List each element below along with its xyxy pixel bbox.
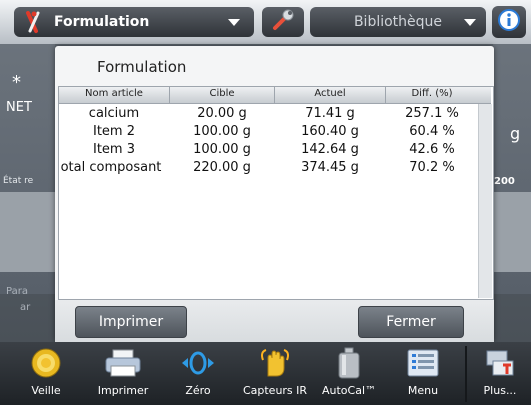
info-button[interactable] xyxy=(492,6,526,38)
menu-icon xyxy=(406,344,440,382)
printer-icon xyxy=(103,344,143,382)
row-target: 100.00 g xyxy=(193,124,251,139)
row-actual: 142.64 g xyxy=(301,142,359,157)
row-name: otal composant xyxy=(60,160,162,175)
table-row: Item 2 100.00 g 160.40 g 60.4 % xyxy=(59,124,491,140)
net-indicator: NET xyxy=(6,100,32,115)
autocal-label: AutoCal™ xyxy=(321,384,377,397)
row-diff: 42.6 % xyxy=(409,142,455,157)
application-label: Formulation xyxy=(54,14,150,30)
column-header-actual: Actuel xyxy=(314,88,346,99)
row-actual: 71.41 g xyxy=(305,106,355,121)
hand-sensor-icon xyxy=(258,344,292,382)
row-actual: 160.40 g xyxy=(301,124,359,139)
row-diff: 257.1 % xyxy=(405,106,459,121)
wrench-icon xyxy=(270,7,296,37)
chevron-down-icon xyxy=(228,18,240,26)
chevron-down-icon xyxy=(464,19,476,26)
row-actual: 374.45 g xyxy=(301,160,359,175)
library-selector[interactable]: Bibliothèque xyxy=(310,7,486,37)
column-header-target: Cible xyxy=(209,88,235,99)
table-row-total: otal composant 220.00 g 374.45 g 70.2 % xyxy=(59,160,491,176)
flask-person-icon xyxy=(20,9,48,35)
column-header-diff: Diff. (%) xyxy=(411,88,453,99)
zero-button[interactable]: Zéro xyxy=(176,344,220,404)
table-row: Item 3 100.00 g 142.64 g 42.6 % xyxy=(59,142,491,158)
table-row: calcium 20.00 g 71.41 g 257.1 % xyxy=(59,106,491,122)
library-label: Bibliothèque xyxy=(353,14,443,30)
row-target: 100.00 g xyxy=(193,142,251,157)
row-target: 20.00 g xyxy=(197,106,247,121)
dialog-title: Formulation xyxy=(97,58,187,76)
zero-icon xyxy=(180,344,216,382)
row-diff: 70.2 % xyxy=(409,160,455,175)
row-name: Item 2 xyxy=(93,124,135,139)
standby-button[interactable]: Veille xyxy=(20,344,72,404)
parameters-button-partial: Para ar xyxy=(6,286,30,313)
parameters-label: Para xyxy=(6,286,28,297)
parameters-label-2: ar xyxy=(20,302,31,313)
more-button[interactable]: Plus... xyxy=(473,344,527,404)
standby-icon xyxy=(30,344,62,382)
row-name: calcium xyxy=(88,106,140,121)
close-button[interactable]: Fermer xyxy=(358,306,464,338)
print-button[interactable]: Imprimer xyxy=(75,306,187,338)
tools-button[interactable] xyxy=(262,7,304,37)
state-label: État re xyxy=(3,176,34,186)
info-icon xyxy=(497,8,521,36)
menu-label: Menu xyxy=(407,384,439,397)
ir-sensors-button[interactable]: Capteurs IR xyxy=(238,344,312,404)
more-icon xyxy=(483,344,517,382)
weight-unit: g xyxy=(510,124,521,143)
calibration-weight-icon xyxy=(336,344,362,382)
more-label: Plus... xyxy=(483,384,517,397)
row-diff: 60.4 % xyxy=(409,124,455,139)
standby-label: Veille xyxy=(31,384,61,397)
row-name: Item 3 xyxy=(93,142,135,157)
stability-indicator: * xyxy=(12,72,21,93)
print-label: Imprimer xyxy=(97,384,149,397)
status-panel-right xyxy=(493,192,531,272)
print-toolbar-button[interactable]: Imprimer xyxy=(90,344,156,404)
menu-button[interactable]: Menu xyxy=(398,344,448,404)
row-target: 220.00 g xyxy=(193,160,251,175)
status-panel-left xyxy=(0,192,55,272)
toolbar-separator xyxy=(465,346,467,402)
zero-label: Zéro xyxy=(185,384,211,397)
application-selector[interactable]: Formulation xyxy=(14,7,254,37)
ir-sensors-label: Capteurs IR xyxy=(242,384,308,397)
partial-value: 200 xyxy=(494,176,515,187)
autocal-button[interactable]: AutoCal™ xyxy=(318,344,380,404)
column-header-name: Nom article xyxy=(85,88,143,99)
